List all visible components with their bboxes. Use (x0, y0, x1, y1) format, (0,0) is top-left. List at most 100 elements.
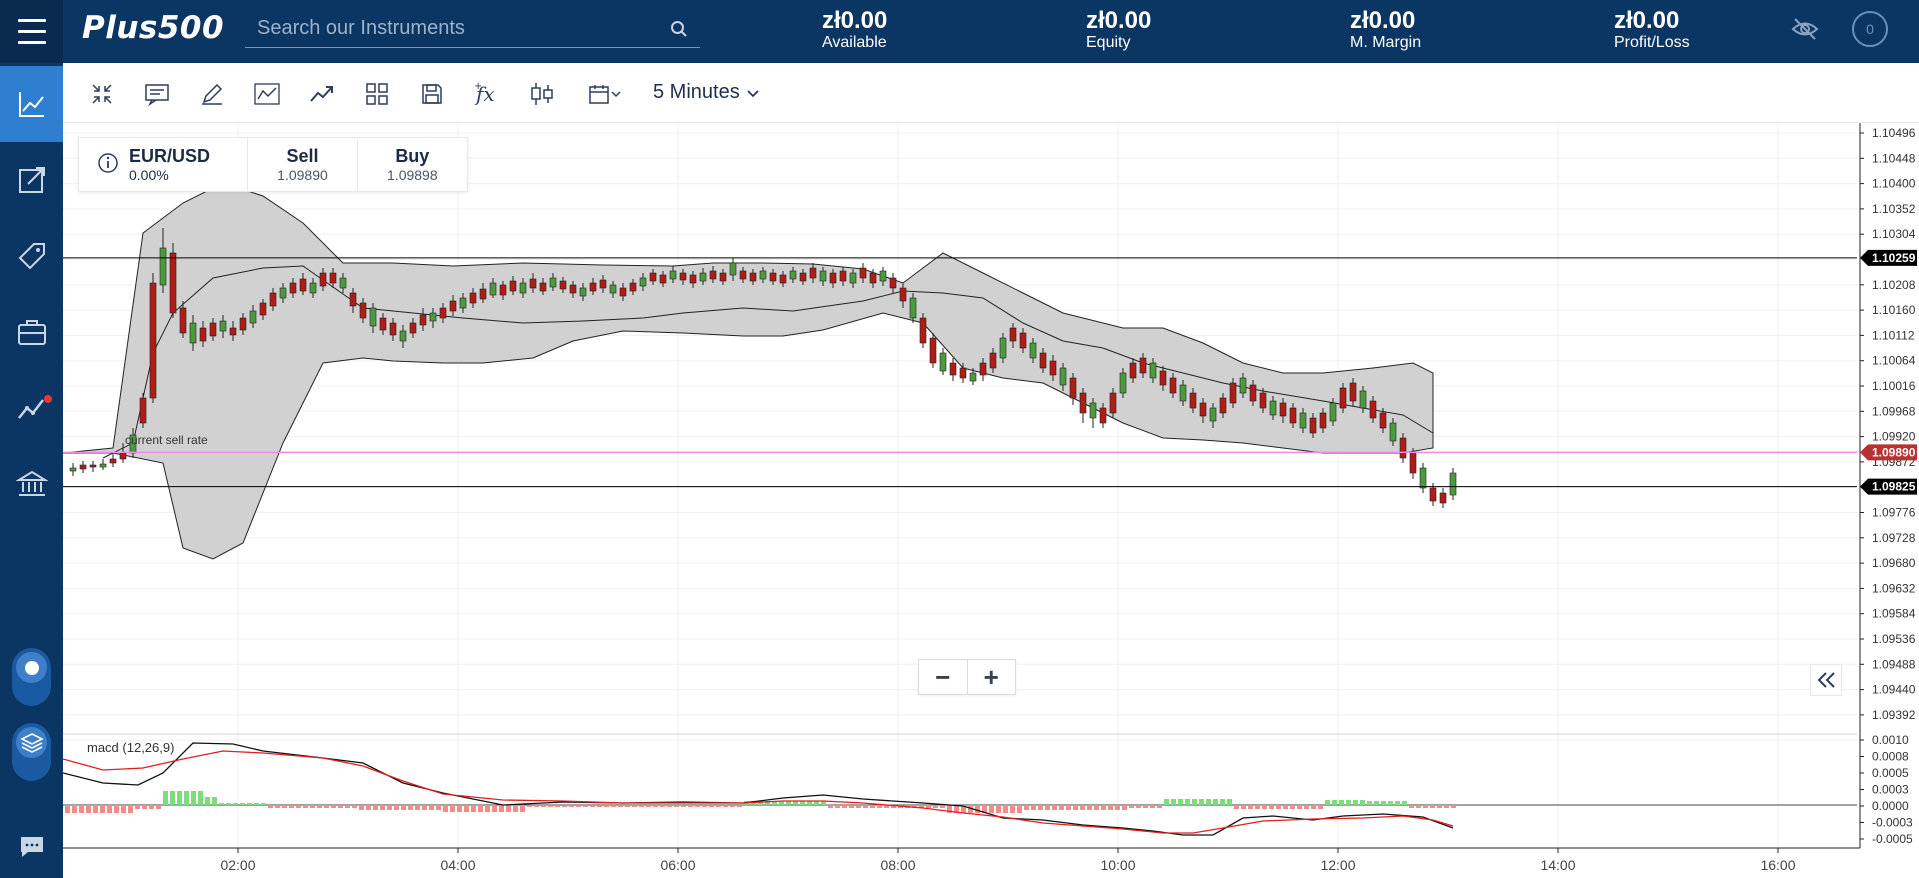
time-tick-label: 02:00 (220, 857, 255, 873)
macd-histogram-bar (1402, 801, 1407, 805)
search-box[interactable] (245, 10, 700, 48)
macd-histogram-bar (576, 805, 581, 807)
macd-histogram-bar (835, 805, 840, 808)
candle (979, 362, 987, 376)
sidebar-item-bank[interactable] (0, 446, 63, 522)
candle (809, 267, 817, 279)
price-tick-label: 1.09392 (1872, 708, 1916, 722)
search-icon[interactable] (670, 20, 688, 38)
candle (139, 397, 147, 424)
candle (569, 284, 577, 294)
candle (1409, 452, 1417, 474)
sell-button[interactable]: Sell 1.09890 (248, 138, 358, 191)
macd-tick-label: 0.0000 (1872, 799, 1909, 813)
macd-histogram-bar (1325, 800, 1330, 805)
candle (239, 317, 247, 331)
save-button[interactable] (417, 79, 447, 109)
price-tick-label: 1.10160 (1872, 303, 1916, 317)
price-tick-label: 1.10112 (1872, 328, 1915, 342)
candle (189, 322, 197, 344)
macd-histogram-bar (331, 805, 336, 808)
macd-histogram-bar (1101, 805, 1106, 810)
macd-histogram-bar (1318, 805, 1323, 809)
candle (1139, 357, 1147, 374)
trade-icon (18, 167, 45, 193)
theme-toggle[interactable] (12, 648, 51, 706)
macd-histogram-bar (989, 805, 994, 813)
sun-icon (24, 660, 39, 675)
price-chart[interactable]: current sell rate 1.10496 1.10448 1.10400 1.… (63, 123, 1919, 878)
price-tick-label: 1.09488 (1872, 657, 1916, 671)
layout-button[interactable] (362, 79, 392, 109)
hide-balance-icon[interactable] (1790, 14, 1820, 44)
macd-histogram-bar (1283, 805, 1288, 809)
sidebar-item-charts[interactable] (0, 66, 63, 142)
candle (659, 274, 667, 284)
candle (219, 320, 227, 332)
indicators-button[interactable] (307, 79, 337, 109)
candle (429, 312, 437, 322)
info-icon[interactable] (97, 152, 119, 174)
zoom-out-button[interactable]: − (919, 660, 968, 694)
time-tick-label: 16:00 (1760, 857, 1795, 873)
calendar-button[interactable] (582, 79, 628, 109)
time-tick-label: 14:00 (1540, 857, 1575, 873)
logo: Plus500 (82, 10, 225, 46)
instrument-symbol: EUR/USD (129, 146, 211, 166)
candle (1439, 492, 1447, 504)
layers-toggle[interactable] (12, 723, 51, 781)
macd-histogram-bar (303, 805, 308, 808)
macd-histogram-bar (1010, 805, 1015, 813)
candle (1119, 372, 1127, 394)
sidebar-item-insights[interactable] (0, 370, 63, 446)
sidebar-item-portfolio[interactable] (0, 294, 63, 370)
collapse-panel-button[interactable] (1810, 664, 1842, 696)
candle (119, 452, 127, 460)
sidebar-item-trade[interactable] (0, 142, 63, 218)
macd-histogram-bar (1213, 799, 1218, 805)
macd-histogram-bar (1122, 805, 1127, 810)
chevron-down-icon (747, 89, 759, 97)
menu-button[interactable] (0, 0, 63, 63)
price-badge-label: 1.10259 (1872, 251, 1916, 265)
macd-histogram-bar (1423, 805, 1428, 808)
candles-button[interactable] (527, 79, 557, 109)
macd-histogram-bar (219, 803, 224, 805)
macd-histogram-bar (737, 805, 742, 807)
interval-select[interactable]: 5 Minutes (653, 81, 760, 104)
sidebar (0, 63, 63, 878)
candle (649, 272, 657, 282)
chart-type-button[interactable] (252, 79, 282, 109)
macd-histogram-bar (107, 805, 112, 813)
candle (69, 467, 77, 472)
candle (909, 297, 917, 319)
search-input[interactable] (245, 17, 645, 40)
macd-histogram-bar (163, 791, 168, 805)
notifications-button[interactable]: 0 (1852, 11, 1888, 47)
candle (469, 292, 477, 304)
candle (969, 372, 977, 382)
buy-button[interactable]: Buy 1.09898 (358, 138, 467, 191)
zoom-in-button[interactable]: + (968, 660, 1016, 694)
macd-histogram-bar (1388, 801, 1393, 805)
collapse-button[interactable] (87, 79, 117, 109)
comment-icon (145, 84, 169, 106)
chat-icon[interactable] (19, 835, 45, 859)
candle (619, 287, 627, 297)
candle (1339, 387, 1347, 409)
draw-button[interactable] (197, 79, 227, 109)
save-icon (422, 84, 442, 104)
bollinger-band (63, 182, 1434, 560)
sidebar-item-tags[interactable] (0, 218, 63, 294)
macd-histogram-bar (877, 805, 882, 808)
comment-button[interactable] (142, 79, 172, 109)
macd-histogram-bar (1059, 805, 1064, 810)
function-button[interactable]: fx + (472, 79, 502, 109)
macd-histogram-bar (121, 805, 126, 813)
candle (559, 280, 567, 290)
candle (249, 310, 257, 324)
instrument-info[interactable]: EUR/USD 0.00% (79, 138, 249, 191)
candle (1159, 370, 1167, 386)
buy-label: Buy (395, 146, 430, 166)
time-tick-label: 04:00 (440, 857, 475, 873)
